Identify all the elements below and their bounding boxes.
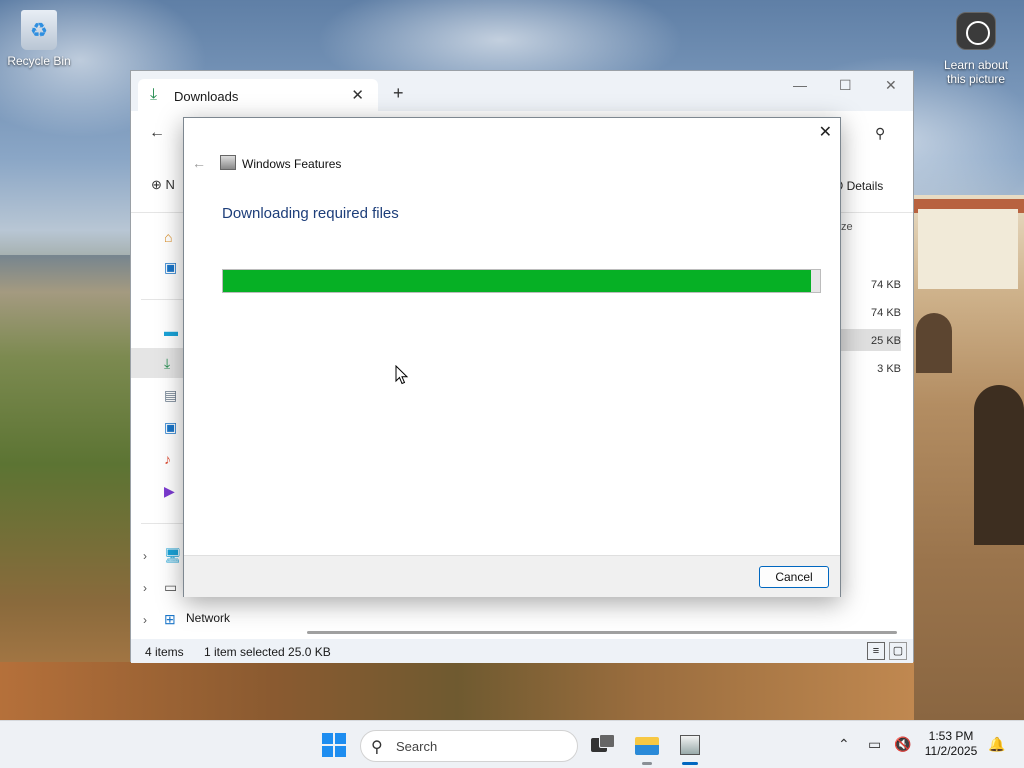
file-size: 3 KB [877,363,901,375]
search-icon: ⚲ [371,739,383,756]
status-bar: 4 items 1 item selected 25.0 KB ≡ ▢ [131,639,913,663]
recycle-bin-icon: ♻ [21,10,57,50]
start-button[interactable] [322,733,346,757]
clock-date: 11/2/2025 [924,744,978,758]
nav-network-label[interactable]: Network [186,611,230,625]
cancel-button[interactable]: Cancel [759,566,829,588]
taskbar: ⚲ Search ⌃ ▭ 🔇 1:53 PM 11/2/2025 🔔 [0,720,1024,768]
file-explorer-taskbar-button[interactable] [633,731,661,759]
details-label: Details [846,179,884,193]
file-size: 74 KB [871,279,901,291]
chevron-up-icon[interactable]: ⌃ [838,736,850,753]
videos-icon[interactable]: ▶ [164,483,182,499]
recycle-bin-shortcut[interactable]: ♻ Recycle Bin [6,10,72,68]
file-size: 25 KB [871,335,901,347]
running-indicator [642,762,652,765]
this-pc-icon[interactable]: 🖥 [164,547,182,563]
new-button[interactable]: ⊕ N [151,177,175,193]
dialog-title: Windows Features [242,157,342,171]
windows-features-dialog: ✕ ← Windows Features Downloading require… [183,117,841,597]
download-progress-bar [222,269,821,293]
windows-features-taskbar-button[interactable] [676,731,704,759]
new-tab-button[interactable]: + [393,83,404,104]
back-arrow-icon: ← [192,155,206,171]
network-tray-icon[interactable]: ▭ [868,736,881,753]
music-icon[interactable]: ♪ [164,451,182,467]
volume-mute-icon[interactable]: 🔇 [894,736,911,753]
taskbar-search-box[interactable]: ⚲ Search [360,730,578,762]
selection-info: 1 item selected 25.0 KB [204,645,331,659]
details-view-icon[interactable]: ≡ [867,642,885,660]
wallpaper-hills [0,255,130,720]
learn-about-picture-label: Learn about this picture [943,58,1009,86]
documents-icon[interactable]: ▤ [164,387,182,403]
gallery-icon[interactable]: ▣ [164,259,182,275]
clock-time: 1:53 PM [928,729,974,743]
dialog-footer: Cancel [184,555,840,597]
tiles-view-icon[interactable]: ▢ [889,642,907,660]
drive-icon[interactable]: ▭ [164,579,182,595]
notification-bell-icon[interactable]: 🔔 [988,736,1005,753]
tab-downloads[interactable]: ⤓ Downloads ✕ [138,79,378,111]
chevron-right-icon[interactable]: › [143,549,147,563]
windows-features-icon [220,155,236,170]
chevron-right-icon[interactable]: › [143,613,147,627]
home-icon[interactable]: ⌂ [164,229,182,245]
chevron-right-icon[interactable]: › [143,581,147,595]
new-label: N [165,177,175,192]
close-tab-icon[interactable]: ✕ [351,86,364,104]
file-size: 74 KB [871,307,901,319]
wallpaper-rocks [0,662,914,720]
close-dialog-icon[interactable]: ✕ [819,122,832,142]
search-placeholder: Search [396,739,438,754]
pictures-icon[interactable]: ▣ [164,419,182,435]
recycle-bin-label: Recycle Bin [7,54,71,68]
tab-title: Downloads [174,89,239,104]
horizontal-scrollbar[interactable] [307,631,897,634]
system-clock[interactable]: 1:53 PM 11/2/2025 [920,729,982,759]
desktop-icon[interactable]: ▬ [164,323,182,339]
minimize-button[interactable]: — [793,77,807,93]
camera-icon [956,12,996,50]
maximize-button[interactable]: ☐ [839,77,852,94]
active-indicator [682,762,698,765]
explorer-titlebar: ⤓ Downloads ✕ + — ☐ ✕ [131,71,913,111]
item-count: 4 items [145,645,184,659]
size-column-header[interactable]: ze [841,221,853,233]
progress-fill [223,270,812,292]
dialog-heading: Downloading required files [222,205,399,222]
learn-about-picture-shortcut[interactable]: Learn about this picture [936,12,1016,86]
close-window-button[interactable]: ✕ [885,77,897,94]
search-icon[interactable]: ⚲ [875,125,885,142]
task-view-button[interactable] [588,731,616,759]
network-icon[interactable]: ⊞ [164,611,182,627]
wallpaper-cliff [914,195,1024,720]
download-icon: ⤓ [150,86,158,103]
mouse-cursor-icon [395,365,409,385]
downloads-icon[interactable]: ⤓ [164,355,182,371]
back-arrow-icon[interactable]: ← [149,124,165,142]
